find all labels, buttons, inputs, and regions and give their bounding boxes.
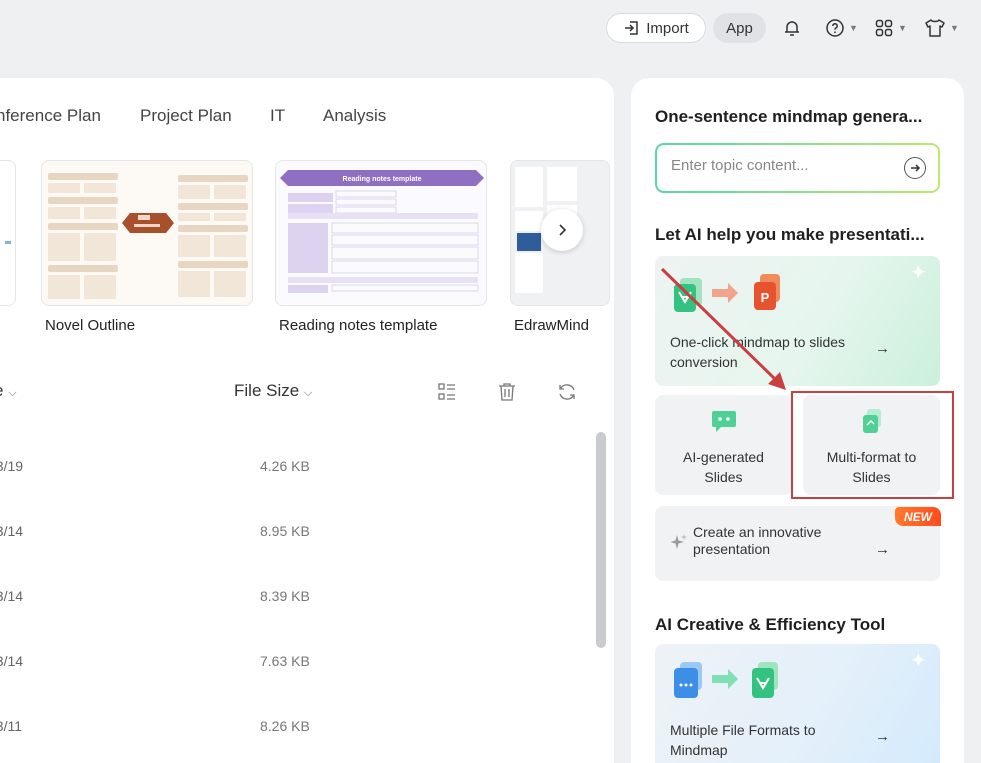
multi-format-to-slides-card[interactable]: Multi-format to Slides: [803, 395, 940, 495]
multi-format-line2: Slides: [852, 469, 891, 485]
chevron-down-icon: ⌵: [303, 387, 313, 399]
chevron-right-icon: [559, 224, 567, 236]
tab-project-plan[interactable]: Project Plan: [140, 106, 232, 126]
file-size-column-header[interactable]: File Size ⌵: [234, 381, 312, 401]
file-size-column-label: File Size: [234, 381, 300, 400]
notifications-button[interactable]: [782, 16, 802, 40]
app-button[interactable]: App: [713, 13, 766, 43]
template-card-reading-notes[interactable]: Reading notes template: [275, 160, 487, 306]
file-formats-line2: Mindmap: [670, 742, 728, 758]
files-to-mindmap-icon: [674, 662, 778, 698]
apps-button[interactable]: ▼: [874, 16, 907, 40]
one-click-mindmap-to-slides-card[interactable]: ✦ P One-click mindmap to slides conversi…: [655, 256, 940, 386]
file-list-scrollbar[interactable]: [596, 432, 606, 648]
chevron-down-icon: ▼: [849, 23, 858, 33]
file-date: 03/14: [0, 653, 24, 669]
new-badge: NEW: [895, 507, 941, 526]
topic-input[interactable]: [671, 157, 891, 174]
name-column-header[interactable]: e ⌵: [0, 381, 17, 401]
import-label: Import: [646, 19, 689, 37]
template-name-edrawmind: EdrawMind: [514, 317, 590, 334]
topic-input-box: [655, 143, 940, 193]
ai-slides-text: AI-generated Slides: [655, 447, 792, 487]
import-icon: [625, 21, 638, 35]
file-formats-line1: Multiple File Formats to: [670, 722, 816, 738]
svg-text:P: P: [761, 290, 770, 305]
file-size: 7.63 KB: [260, 653, 310, 669]
import-button[interactable]: Import: [606, 13, 706, 43]
reading-notes-thumbnail: Reading notes template: [276, 161, 486, 305]
file-row[interactable]: 03/14 8.95 KB: [0, 523, 590, 588]
chevron-down-icon: ▼: [898, 23, 907, 33]
bell-icon: [785, 21, 799, 36]
one-click-card-text: One-click mindmap to slides conversion: [670, 332, 845, 372]
file-size: 8.26 KB: [260, 718, 310, 734]
file-date: 03/14: [0, 588, 24, 604]
innovative-line1: Create an innovative: [693, 524, 822, 540]
theme-button[interactable]: ▼: [924, 16, 959, 40]
arrow-right-icon: →: [875, 541, 890, 558]
file-size: 4.26 KB: [260, 458, 310, 474]
file-size: 8.95 KB: [260, 523, 310, 539]
novel-outline-thumbnail: [42, 161, 252, 305]
trash-icon[interactable]: [496, 381, 518, 403]
file-date: 03/11: [0, 718, 22, 734]
tab-it[interactable]: IT: [270, 106, 285, 126]
mindmap-generator-title: One-sentence mindmap genera...: [655, 107, 923, 126]
template-card-novel-outline[interactable]: [41, 160, 253, 306]
one-click-line2: conversion: [670, 354, 738, 370]
sparkle-icon: ✦: [910, 262, 927, 284]
tab-conference-plan[interactable]: nference Plan: [0, 106, 101, 126]
shirt-icon: [925, 19, 945, 37]
multi-format-text: Multi-format to Slides: [803, 447, 940, 487]
multi-format-icon: [863, 409, 881, 433]
tab-analysis[interactable]: Analysis: [323, 106, 386, 126]
file-formats-text: Multiple File Formats to Mindmap: [670, 720, 815, 760]
help-icon: [826, 19, 844, 37]
innovative-line2: presentation: [693, 541, 771, 557]
topic-input-inner: [657, 145, 938, 191]
multi-format-line1: Multi-format to: [826, 449, 917, 465]
top-bar: Import App ▼ ▼ ▼: [0, 0, 981, 56]
file-row[interactable]: 03/14 8.39 KB: [0, 588, 590, 653]
templates-and-files-panel: nference Plan Project Plan IT Analysis N…: [0, 78, 614, 763]
thumbnail-title: Reading notes template: [343, 176, 422, 183]
arrow-right-icon: →: [875, 728, 890, 745]
template-name-reading-notes: Reading notes template: [279, 317, 438, 334]
one-click-line1: One-click mindmap to slides: [670, 334, 846, 350]
file-date: 03/19: [0, 458, 24, 474]
ai-tools-section-title: AI Creative & Efficiency Tool: [655, 615, 886, 634]
template-name-novel-outline: Novel Outline: [45, 317, 136, 334]
help-button[interactable]: ▼: [825, 16, 858, 40]
app-label: App: [726, 19, 753, 37]
carousel-next-button[interactable]: [541, 209, 583, 251]
generate-button[interactable]: [904, 157, 926, 179]
ai-slides-line2: Slides: [704, 469, 743, 485]
name-column-label: e: [0, 381, 3, 400]
template-card-partial[interactable]: [0, 160, 16, 306]
refresh-icon[interactable]: [556, 381, 578, 403]
thumbnail-fragment: [5, 241, 11, 244]
file-row[interactable]: 03/14 7.63 KB: [0, 653, 590, 718]
arrow-right-icon: [911, 164, 921, 172]
file-date: 03/14: [0, 523, 24, 539]
file-size: 8.39 KB: [260, 588, 310, 604]
ai-chat-icon: [712, 411, 736, 432]
chevron-down-icon: ▼: [950, 23, 959, 33]
file-formats-to-mindmap-card[interactable]: ✦ Multiple File Formats to Mindmap →: [655, 644, 940, 763]
presentation-section-title: Let AI help you make presentati...: [655, 225, 925, 244]
file-row[interactable]: 03/11 8.26 KB: [0, 718, 590, 763]
apps-grid-icon: [875, 19, 893, 37]
list-view-icon[interactable]: [436, 381, 458, 403]
ai-generated-slides-card[interactable]: AI-generated Slides: [655, 395, 792, 495]
innovative-text: Create an innovative presentation: [693, 524, 821, 558]
arrow-right-icon: →: [875, 340, 890, 357]
sparkle-icon: [671, 534, 687, 549]
chevron-down-icon: ⌵: [8, 387, 17, 399]
ai-slides-line1: AI-generated: [683, 449, 764, 465]
ai-tools-panel: One-sentence mindmap genera... Let AI he…: [631, 78, 964, 763]
mindmap-to-ppt-icon: P: [674, 274, 780, 312]
sparkle-icon: ✦: [910, 650, 927, 672]
file-row[interactable]: 03/19 4.26 KB: [0, 458, 590, 523]
